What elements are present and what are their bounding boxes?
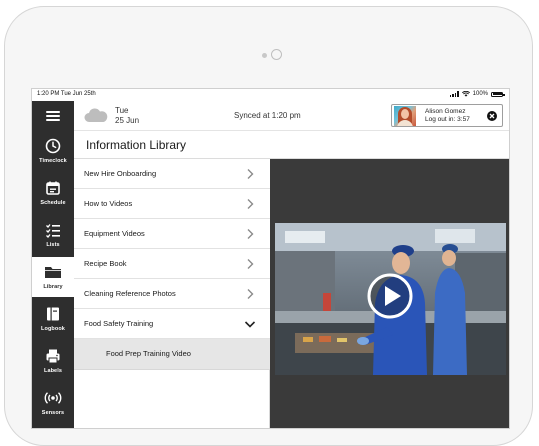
- sidebar-item-label: Logbook: [41, 326, 65, 332]
- logout-timer: Log out in: 3:57: [425, 116, 470, 123]
- list-item-label: Recipe Book: [84, 259, 127, 268]
- sidebar-item-label: Schedule: [40, 200, 66, 206]
- folder-icon: [44, 263, 62, 281]
- chevron-right-icon: [247, 229, 254, 239]
- list-item-label: Food Safety Training: [84, 319, 154, 328]
- top-bar: Tue 25 Jun Synced at 1:20 pm Alison Gome…: [74, 101, 509, 131]
- page-title-bar: Information Library: [74, 131, 509, 159]
- sub-item-label: Food Prep Training Video: [106, 349, 191, 358]
- list-item-food-prep-training-video[interactable]: Food Prep Training Video: [74, 339, 270, 370]
- date-label: 25 Jun: [115, 116, 140, 125]
- sidebar-item-logbook[interactable]: Logbook: [32, 299, 74, 339]
- library-list: New Hire Onboarding How to Videos Equipm…: [74, 159, 270, 428]
- sidebar-item-label: Library: [43, 284, 63, 290]
- battery-icon: [491, 91, 505, 97]
- list-item-equipment-videos[interactable]: Equipment Videos: [74, 219, 270, 249]
- list-item-label: Cleaning Reference Photos: [84, 289, 176, 298]
- avatar: [394, 106, 416, 126]
- play-icon[interactable]: [367, 273, 413, 319]
- front-camera: [271, 49, 282, 60]
- list-item-label: Equipment Videos: [84, 229, 145, 238]
- list-item-recipe-book[interactable]: Recipe Book: [74, 249, 270, 279]
- status-indicators: 100%: [449, 91, 505, 97]
- user-name: Alison Gomez: [425, 108, 466, 115]
- checklist-icon: [44, 221, 62, 239]
- sidebar-item-label: Sensors: [41, 410, 65, 416]
- list-item-label: New Hire Onboarding: [84, 169, 157, 178]
- status-bar: 1:20 PM Tue Jun 25th 100%: [32, 89, 509, 101]
- status-time: 1:20 PM Tue Jun 25th: [37, 91, 96, 97]
- calendar-icon: [44, 179, 62, 197]
- signal-icon: [449, 91, 459, 97]
- list-item-food-safety-training[interactable]: Food Safety Training: [74, 309, 270, 339]
- book-icon: [44, 305, 62, 323]
- sidebar-item-lists[interactable]: Lists: [32, 215, 74, 255]
- sidebar-item-schedule[interactable]: Schedule: [32, 173, 74, 213]
- sensor-icon: [44, 389, 62, 407]
- chevron-right-icon: [247, 259, 254, 269]
- list-item-label: How to Videos: [84, 199, 133, 208]
- printer-icon: [44, 347, 62, 365]
- app-screen: 1:20 PM Tue Jun 25th 100% Timeclock Sche…: [31, 88, 510, 429]
- chevron-right-icon: [247, 199, 254, 209]
- cloud-icon: [84, 108, 108, 122]
- user-session[interactable]: Alison Gomez Log out in: 3:57: [391, 104, 503, 127]
- video-player[interactable]: [275, 223, 506, 375]
- list-item-new-hire-onboarding[interactable]: New Hire Onboarding: [74, 159, 270, 189]
- sensor-dot: [262, 53, 267, 58]
- sidebar-item-sensors[interactable]: Sensors: [32, 383, 74, 423]
- date-display: Tue 25 Jun: [115, 106, 139, 126]
- content-pane: [270, 159, 509, 428]
- sidebar-item-label: Timeclock: [39, 158, 67, 164]
- battery-percent: 100%: [472, 91, 488, 97]
- user-info: Alison Gomez Log out in: 3:57: [425, 108, 470, 124]
- close-icon[interactable]: [487, 111, 497, 121]
- sidebar-item-timeclock[interactable]: Timeclock: [32, 131, 74, 171]
- clock-icon: [44, 137, 62, 155]
- sync-status: Synced at 1:20 pm: [234, 111, 301, 120]
- list-item-cleaning-reference-photos[interactable]: Cleaning Reference Photos: [74, 279, 270, 309]
- sidebar-item-label: Labels: [43, 368, 63, 374]
- sidebar-item-labels[interactable]: Labels: [32, 341, 74, 381]
- sidebar-item-label: Lists: [46, 242, 60, 248]
- page-title: Information Library: [86, 138, 187, 152]
- menu-button[interactable]: [32, 101, 74, 131]
- sidebar: Timeclock Schedule Lists Library Logbook: [32, 101, 74, 428]
- wifi-icon: [461, 91, 470, 97]
- hamburger-icon: [46, 111, 60, 121]
- chevron-right-icon: [247, 169, 254, 179]
- list-item-how-to-videos[interactable]: How to Videos: [74, 189, 270, 219]
- sidebar-item-library[interactable]: Library: [32, 257, 74, 297]
- chevron-right-icon: [247, 289, 254, 299]
- day-label: Tue: [115, 106, 129, 115]
- chevron-down-icon: [244, 321, 256, 328]
